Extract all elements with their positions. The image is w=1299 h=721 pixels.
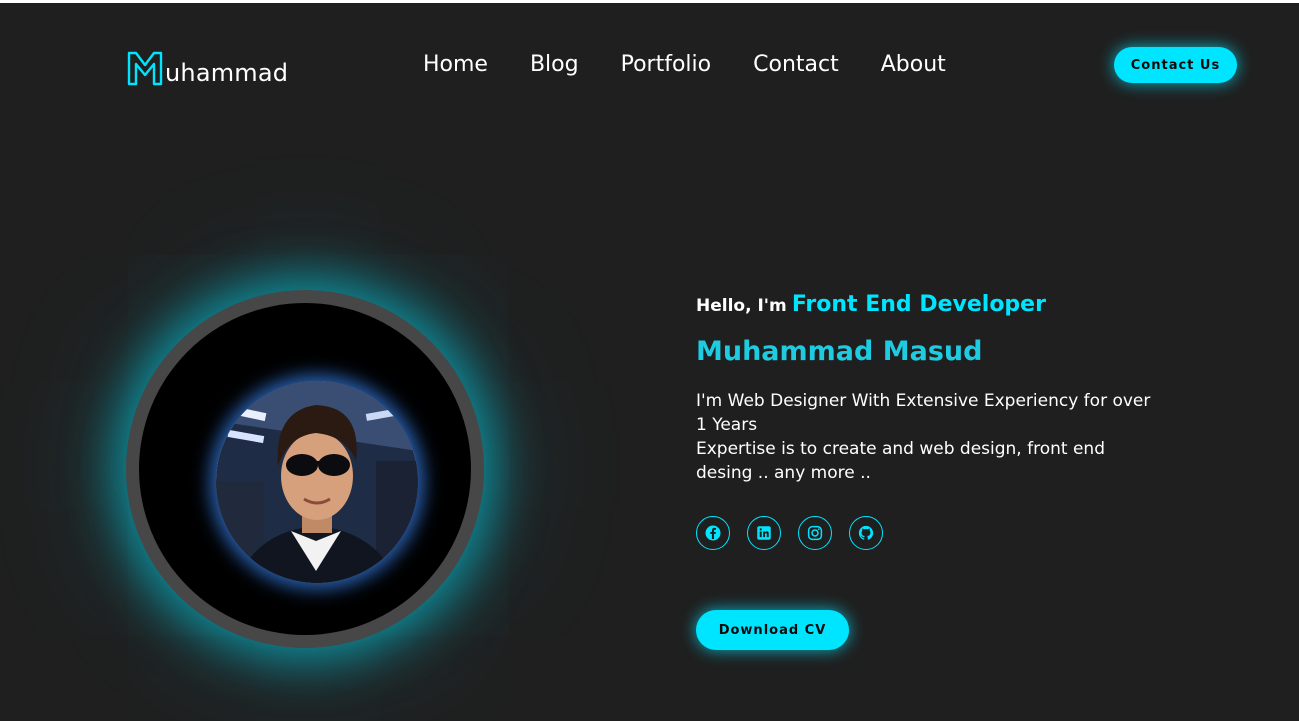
profile-photo bbox=[216, 381, 418, 583]
logo-text: uhammad bbox=[165, 59, 289, 87]
github-icon bbox=[858, 525, 874, 540]
facebook-link[interactable] bbox=[696, 516, 730, 550]
profile-ring bbox=[126, 290, 484, 648]
download-cv-button[interactable]: Download CV bbox=[696, 610, 849, 650]
greeting: Hello, I'm Front End Developer bbox=[696, 292, 1046, 317]
nav-contact[interactable]: Contact bbox=[753, 52, 839, 78]
main-nav: Home Blog Portfolio Contact About bbox=[423, 52, 946, 78]
contact-us-button[interactable]: Contact Us bbox=[1114, 47, 1237, 83]
instagram-icon bbox=[807, 525, 823, 541]
facebook-icon bbox=[705, 525, 721, 541]
hero-description: I'm Web Designer With Extensive Experien… bbox=[696, 389, 1156, 485]
logo-m-icon bbox=[127, 51, 163, 86]
nav-portfolio[interactable]: Portfolio bbox=[621, 52, 712, 78]
greeting-role: Front End Developer bbox=[791, 292, 1046, 317]
linkedin-link[interactable] bbox=[747, 516, 781, 550]
description-line: Expertise is to create and web design, f… bbox=[696, 439, 1105, 483]
profile-inner-circle bbox=[139, 303, 471, 635]
linkedin-icon bbox=[757, 526, 771, 540]
nav-about[interactable]: About bbox=[881, 52, 946, 78]
logo[interactable]: uhammad bbox=[127, 46, 289, 87]
nav-blog[interactable]: Blog bbox=[530, 52, 579, 78]
hero-name: Muhammad Masud bbox=[696, 336, 983, 367]
github-link[interactable] bbox=[849, 516, 883, 550]
social-links bbox=[696, 516, 883, 550]
instagram-link[interactable] bbox=[798, 516, 832, 550]
top-border bbox=[0, 0, 1299, 3]
greeting-hello: Hello, I'm bbox=[696, 296, 787, 316]
description-line: I'm Web Designer With Extensive Experien… bbox=[696, 391, 1151, 435]
nav-home[interactable]: Home bbox=[423, 52, 488, 78]
